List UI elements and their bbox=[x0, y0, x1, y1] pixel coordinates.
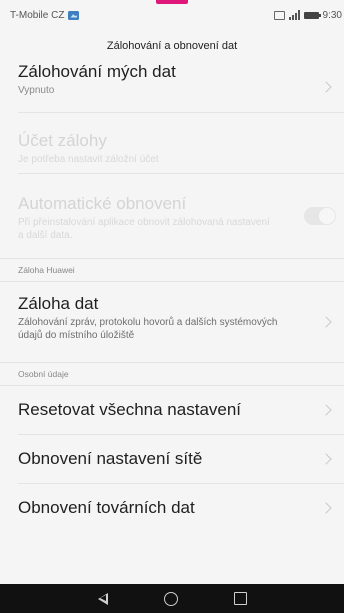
section-header-huawei: Záloha Huawei bbox=[0, 258, 344, 282]
chevron-right-icon bbox=[320, 404, 332, 416]
auto-restore-title: Automatické obnovení bbox=[18, 194, 187, 213]
factory-reset-row[interactable]: Obnovení továrních dat bbox=[0, 484, 344, 532]
settings-list: Zálohování mých dat Vypnuto Účet zálohy … bbox=[0, 62, 344, 532]
navigation-bar bbox=[0, 584, 344, 613]
vibrate-icon bbox=[273, 10, 285, 20]
backup-account-title: Účet zálohy bbox=[18, 131, 107, 150]
reset-all-settings-row[interactable]: Resetovat všechna nastavení bbox=[0, 386, 344, 434]
auto-restore-subtitle: Při přeinstalování aplikace obnovit zálo… bbox=[18, 217, 270, 241]
carrier-label: T-Mobile CZ bbox=[10, 9, 65, 21]
back-icon[interactable] bbox=[97, 592, 108, 605]
image-notification-icon bbox=[68, 10, 80, 20]
chevron-right-icon bbox=[320, 316, 332, 328]
status-bar: T-Mobile CZ 9:30 bbox=[0, 0, 344, 30]
backup-my-data-row[interactable]: Zálohování mých dat Vypnuto bbox=[0, 62, 344, 112]
home-icon[interactable] bbox=[163, 591, 178, 606]
page-title: Zálohování a obnovení dat bbox=[106, 40, 238, 52]
data-backup-subtitle: Zálohování zpráv, protokolu hovorů a dal… bbox=[18, 317, 278, 341]
section-header-personal: Osobní údaje bbox=[0, 362, 344, 386]
auto-restore-row: Automatické obnovení Při přeinstalování … bbox=[0, 174, 344, 258]
reset-all-settings-title: Resetovat všechna nastavení bbox=[18, 400, 242, 419]
data-backup-title: Záloha dat bbox=[18, 294, 99, 313]
backup-my-data-value: Vypnuto bbox=[18, 85, 55, 96]
auto-restore-toggle[interactable] bbox=[304, 207, 336, 225]
backup-my-data-title: Zálohování mých dat bbox=[18, 62, 176, 81]
chevron-right-icon bbox=[320, 502, 332, 514]
network-reset-title: Obnovení nastavení sítě bbox=[18, 449, 203, 468]
recent-apps-icon[interactable] bbox=[233, 592, 247, 605]
data-backup-row[interactable]: Záloha dat Zálohování zpráv, protokolu h… bbox=[0, 282, 344, 362]
battery-icon bbox=[303, 11, 321, 19]
chevron-right-icon bbox=[320, 453, 332, 465]
signal-icon bbox=[288, 10, 300, 20]
chevron-right-icon bbox=[320, 81, 332, 93]
backup-account-row: Účet zálohy Je potřeba nastavit záložní … bbox=[0, 113, 344, 173]
clock: 9:30 bbox=[322, 9, 342, 21]
backup-account-subtitle: Je potřeba nastavit záložní účet bbox=[18, 154, 159, 165]
factory-reset-title: Obnovení továrních dat bbox=[18, 498, 195, 517]
network-reset-row[interactable]: Obnovení nastavení sítě bbox=[0, 435, 344, 483]
